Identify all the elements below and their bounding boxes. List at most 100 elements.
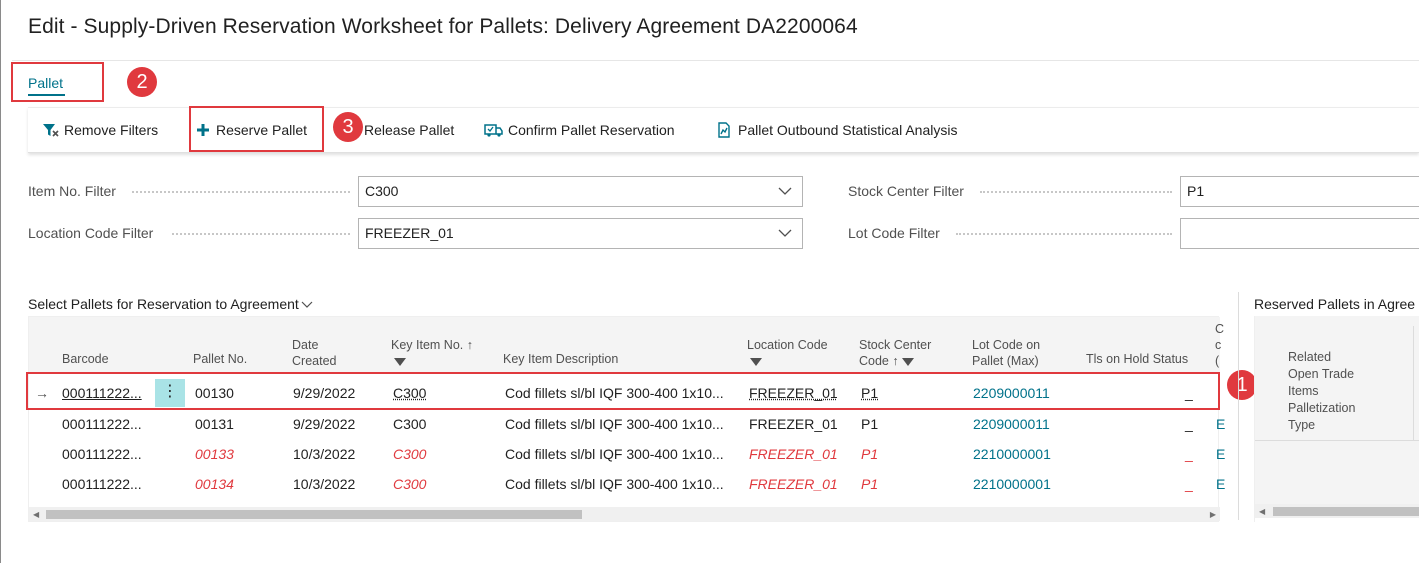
cell-pallet-no: 00131 — [195, 416, 234, 432]
col-truncated-line3: ( — [1215, 354, 1220, 368]
col-stock-center-line2: Code — [859, 354, 889, 368]
cell-date-created: 9/29/2022 — [293, 416, 356, 432]
scrollbar-thumb[interactable] — [1273, 507, 1419, 516]
col-lot-code[interactable]: Lot Code on Pallet (Max) — [972, 337, 1040, 369]
cell-lot-code[interactable]: 2210000001 — [973, 476, 1051, 492]
col-lot-code-line2: Pallet (Max) — [972, 354, 1039, 368]
filter-remove-icon — [42, 122, 60, 138]
stock-center-filter-leader — [980, 191, 1172, 193]
cell-pallet-no: 00133 — [195, 446, 234, 462]
confirm-pallet-reservation-button[interactable]: Confirm Pallet Reservation — [484, 122, 675, 138]
col-lot-code-line1: Lot Code on — [972, 338, 1041, 352]
reserved-pallets-grid-header: Related Open Trade Items Palletization T… — [1255, 316, 1419, 440]
lot-code-filter-label: Lot Code Filter — [848, 225, 940, 241]
cell-key-item-description: Cod fillets sl/bl IQF 300-400 1x10... — [505, 416, 724, 432]
reserved-pallets-grid-body — [1255, 440, 1419, 504]
lot-code-filter-leader — [956, 233, 1172, 235]
cell-key-item-no[interactable]: C300 — [393, 446, 426, 462]
annotation-box-reserve-pallet — [189, 106, 324, 152]
location-code-filter-select[interactable]: FREEZER_01 — [358, 218, 803, 249]
col-truncated-line2: c — [1215, 338, 1222, 352]
cell-stock-center-code[interactable]: P1 — [861, 446, 878, 462]
annotation-badge-3: 3 — [333, 112, 363, 142]
col-barcode[interactable]: Barcode — [62, 351, 109, 367]
col-stock-center-code[interactable]: Stock Center Code ↑ — [859, 337, 931, 369]
filter-icon — [750, 357, 762, 366]
col-related-line3: Items — [1288, 384, 1319, 398]
col-date-created[interactable]: Date Created — [292, 337, 336, 369]
pallets-grid-header: Barcode Pallet No. Date Created Key Item… — [29, 317, 1224, 373]
scroll-left-icon[interactable]: ◀ — [1259, 507, 1265, 516]
col-key-item-no[interactable]: Key Item No. ↑ — [391, 337, 473, 369]
table-row[interactable]: 000111222... 00134 10/3/2022 C300 Cod fi… — [29, 469, 1225, 499]
cell-tls-on-hold: _ — [1185, 446, 1193, 462]
page-title: Edit - Supply-Driven Reservation Workshe… — [28, 15, 858, 38]
table-row[interactable]: 000111222... 00131 9/29/2022 C300 Cod fi… — [29, 409, 1225, 439]
cell-barcode[interactable]: 000111222... — [62, 446, 142, 462]
remove-filters-button[interactable]: Remove Filters — [42, 122, 158, 138]
scroll-right-icon[interactable]: ▶ — [1210, 510, 1216, 519]
pallets-grid: Barcode Pallet No. Date Created Key Item… — [26, 316, 1225, 522]
cell-pallet-no: 00134 — [195, 476, 234, 492]
col-location-code[interactable]: Location Code — [747, 337, 828, 369]
cell-lot-code[interactable]: 2209000011 — [973, 416, 1050, 432]
location-code-filter-label: Location Code Filter — [28, 225, 154, 241]
col-key-item-description[interactable]: Key Item Description — [503, 351, 618, 367]
cell-date-created: 10/3/2022 — [293, 476, 356, 492]
cell-lot-code[interactable]: 2210000001 — [973, 446, 1051, 462]
chevron-down-icon — [778, 187, 792, 195]
pallet-outbound-analysis-label: Pallet Outbound Statistical Analysis — [738, 122, 958, 138]
filter-icon — [394, 357, 406, 366]
scroll-left-icon[interactable]: ◀ — [33, 510, 39, 519]
select-pallets-title-text: Select Pallets for Reservation to Agreem… — [28, 296, 299, 312]
col-pallet-no[interactable]: Pallet No. — [193, 351, 247, 367]
release-pallet-button[interactable]: Release Pallet — [364, 122, 454, 138]
annotation-badge-2: 2 — [127, 67, 157, 97]
col-related-open-trade-items-palletization-type[interactable]: Related Open Trade Items Palletization T… — [1288, 349, 1355, 434]
cell-barcode[interactable]: 000111222... — [62, 416, 142, 432]
cell-key-item-no[interactable]: C300 — [393, 476, 426, 492]
item-no-filter-label: Item No. Filter — [28, 183, 116, 199]
cell-key-item-no[interactable]: C300 — [393, 416, 426, 432]
col-related-line4: Palletization — [1288, 401, 1356, 415]
stock-center-filter-input[interactable]: P1 — [1180, 176, 1419, 207]
cell-stock-center-code[interactable]: P1 — [861, 416, 878, 432]
col-date-created-line1: Date — [292, 338, 319, 352]
col-stock-center-line1: Stock Center — [859, 338, 932, 352]
col-related-line2: Open Trade — [1288, 367, 1355, 381]
col-related-line1: Related — [1288, 350, 1332, 364]
reserved-pallets-section-title[interactable]: Reserved Pallets in Agree — [1254, 296, 1415, 312]
stock-center-filter-value: P1 — [1187, 183, 1205, 199]
horizontal-scrollbar[interactable]: ◀ ▶ — [29, 507, 1220, 521]
annotation-badge-1: 1 — [1227, 370, 1257, 400]
cell-tls-on-hold: _ — [1185, 476, 1193, 492]
table-row[interactable]: 000111222... 00133 10/3/2022 C300 Cod fi… — [29, 439, 1225, 469]
select-pallets-section-title[interactable]: Select Pallets for Reservation to Agreem… — [28, 296, 313, 312]
column-divider — [1413, 326, 1414, 440]
col-location-code-label: Location Code — [747, 338, 828, 352]
confirm-pallet-reservation-label: Confirm Pallet Reservation — [508, 122, 675, 138]
reserved-pallets-grid: Related Open Trade Items Palletization T… — [1254, 316, 1419, 522]
pallet-outbound-analysis-button[interactable]: Pallet Outbound Statistical Analysis — [716, 122, 957, 138]
col-truncated-line1: C — [1215, 322, 1225, 336]
cell-location-code[interactable]: FREEZER_01 — [749, 476, 838, 492]
reserved-horizontal-scrollbar[interactable]: ◀ — [1255, 504, 1419, 518]
cell-tls-on-hold: _ — [1185, 416, 1193, 432]
scrollbar-thumb[interactable] — [46, 510, 582, 519]
cell-truncated[interactable]: E — [1216, 416, 1225, 432]
col-truncated[interactable]: C c ( — [1215, 321, 1224, 369]
filter-icon — [901, 357, 914, 366]
cell-location-code[interactable]: FREEZER_01 — [749, 416, 838, 432]
cell-location-code[interactable]: FREEZER_01 — [749, 446, 838, 462]
cell-barcode[interactable]: 000111222... — [62, 476, 142, 492]
lot-code-filter-input[interactable] — [1180, 218, 1419, 249]
cell-truncated[interactable]: E — [1216, 446, 1225, 462]
release-pallet-label: Release Pallet — [364, 122, 455, 138]
window-left-border — [0, 0, 1, 563]
cell-truncated[interactable]: E — [1216, 476, 1225, 492]
chart-document-icon — [716, 122, 734, 138]
col-tls-on-hold-status[interactable]: Tls on Hold Status — [1086, 351, 1188, 367]
cell-date-created: 10/3/2022 — [293, 446, 356, 462]
cell-stock-center-code[interactable]: P1 — [861, 476, 878, 492]
item-no-filter-select[interactable]: C300 — [358, 176, 803, 207]
